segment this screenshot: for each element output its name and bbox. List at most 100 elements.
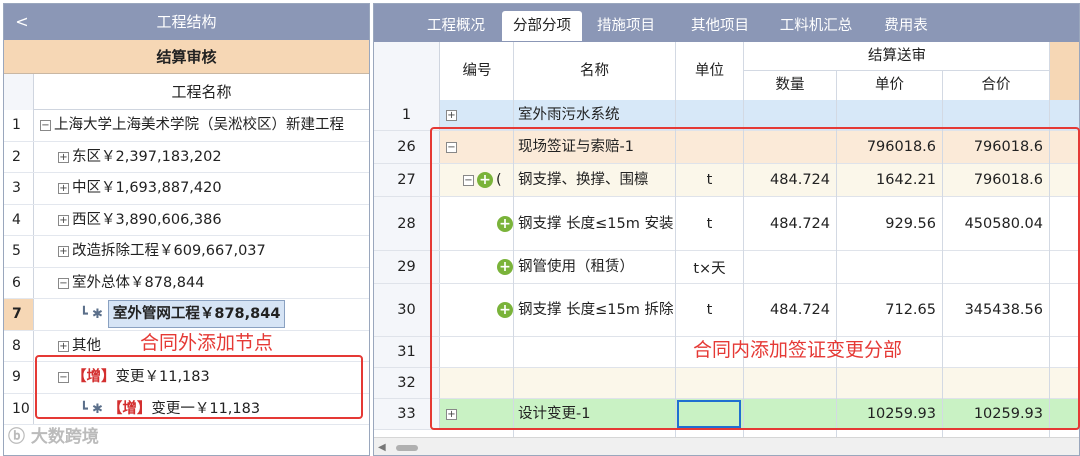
table-row[interactable]: 32 [374,368,1079,399]
expand-icon[interactable]: + [446,109,457,121]
table-row[interactable]: 1 + 室外雨污水系统 [374,100,1079,131]
tab-0[interactable]: 工程概况 [416,11,496,41]
unit-cell [676,368,743,398]
project-name-header: 工程名称 [171,83,232,101]
unit-header: 单位 [676,42,743,100]
tree-node[interactable]: ┗ ✱ 室外管网工程￥878,844 [36,299,369,330]
tree-node[interactable]: − 上海大学上海美术学院（吴淞校区）新建工程 [36,110,369,141]
code-header: 编号 [441,42,513,100]
total-price-cell [943,368,1049,398]
row-number: 28 [374,197,440,250]
horizontal-scrollbar[interactable]: ◀ [374,437,1079,455]
column-divider [836,71,837,437]
node-label: 中区￥1,693,887,420 [72,180,222,196]
name-cell: 钢支撑、换撑、围檩 [518,172,649,188]
selected-cell[interactable] [677,400,741,428]
tree-row[interactable]: 5 + 改造拆除工程￥609,667,037 [4,236,369,268]
collapse-icon[interactable]: − [58,277,69,289]
leaf-node-icon: ┗ ✱ [80,307,103,322]
total-price-cell: 796018.6 [973,172,1043,188]
expand-icon[interactable]: + [58,246,69,257]
tab-3[interactable]: 其他项目 [677,11,763,41]
collapse-icon[interactable]: − [40,120,51,131]
tab-1[interactable]: 分部分项 [502,11,582,41]
collapse-icon[interactable]: − [463,174,474,186]
collapse-icon[interactable]: − [446,141,457,153]
row-number: 32 [374,368,440,398]
row-number: 3 [4,173,34,204]
tab-5[interactable]: 费用表 [871,11,941,41]
table-row[interactable]: 27− +(钢支撑、换撑、围檩 t 484.724 1642.21 796018.6 [374,164,1079,197]
scroll-thumb[interactable] [396,445,418,451]
tree-node[interactable]: + 改造拆除工程￥609,667,037 [36,236,369,267]
table-row[interactable]: 30 + 钢支撑 长度≤15m 拆除 t 484.724 712.65 345438.56 [374,284,1079,337]
selected-node[interactable]: 室外管网工程￥878,844 [107,300,286,328]
tab-4[interactable]: 工料机汇总 [768,11,864,41]
quantity-cell [744,368,836,398]
tree-node[interactable]: + 东区￥2,397,183,202 [36,142,369,173]
right-annotation: 合同内添加签证变更分部 [693,339,903,361]
unit-cell [676,131,743,163]
tree-row[interactable]: 7 ┗ ✱ 室外管网工程￥878,844 [4,299,369,331]
node-label: 其他 [72,337,101,354]
name-header: 名称 [514,42,675,100]
tree-row[interactable]: 4 + 西区￥3,890,606,386 [4,204,369,236]
table-row[interactable]: 28 + 钢支撑 长度≤15m 安装 t 484.724 929.56 450580.04 [374,197,1079,251]
code-cell: − [441,131,513,163]
quantity-cell [744,131,836,163]
unit-cell: t×天 [693,260,726,277]
node-label: 上海大学上海美术学院（吴淞校区）新建工程 [54,117,344,133]
row-number: 7 [4,299,34,330]
tree-node[interactable]: − 室外总体￥878,844 [36,268,369,299]
tab-2[interactable]: 措施项目 [583,11,669,41]
add-item-icon[interactable]: + [497,215,513,232]
tree-row[interactable]: 9− 【增】变更￥11,183 [4,362,369,394]
scroll-left-icon[interactable]: ◀ [378,438,386,455]
tree-row[interactable]: 10 ┗ ✱ 【增】变更一￥11,183 [4,393,369,425]
table-row[interactable]: 29 + 钢管使用（租赁） t×天 [374,251,1079,284]
total-price-cell [943,100,1049,130]
panel-title-bar: 工程结构 < [4,4,369,40]
tree-row[interactable]: 3 + 中区￥1,693,887,420 [4,173,369,205]
tree-node[interactable]: + 西区￥3,890,606,386 [36,205,369,236]
row-number: 5 [4,236,34,267]
add-item-icon[interactable]: + [477,172,493,188]
collapse-icon[interactable]: − [58,372,69,383]
row-number: 6 [4,267,34,298]
unit-price-cell: 10259.93 [866,406,936,422]
name-cell [514,368,675,398]
unit-cell: t [706,215,713,232]
unit-price-header: 单价 [837,71,942,100]
add-item-icon[interactable]: + [497,302,513,318]
collapse-panel-button[interactable]: < [10,4,34,40]
expand-icon[interactable]: + [58,214,69,226]
audit-subheader: 结算审核 [4,40,369,74]
name-cell: 现场签证与索赔-1 [518,139,634,155]
unit-cell: t [706,302,713,318]
expand-icon[interactable]: + [58,183,69,194]
tree-node[interactable]: ┗ ✱ 【增】变更一￥11,183 [36,394,369,425]
name-cell: 钢支撑 长度≤15m 拆除 [518,302,674,318]
tree-node[interactable]: − 【增】变更￥11,183 [36,362,369,393]
row-number-header [374,42,440,100]
tree-node[interactable]: + 中区￥1,693,887,420 [36,173,369,204]
expand-icon[interactable]: + [58,340,69,352]
tree-row[interactable]: 6− 室外总体￥878,844 [4,267,369,299]
node-label: 室外管网工程￥878,844 [112,306,281,322]
table-row[interactable]: 26− 现场签证与索赔-1 796018.6 796018.6 [374,131,1079,164]
row-number: 31 [374,337,440,367]
code-cell: + [441,100,513,130]
add-item-icon[interactable]: + [497,259,513,275]
row-number: 9 [4,362,34,393]
row-number: 1 [4,110,34,141]
expand-icon[interactable]: + [446,408,457,420]
unit-price-cell [837,100,942,130]
column-divider [1049,42,1050,437]
unit-price-cell [837,251,942,283]
expand-icon[interactable]: + [58,151,69,163]
tree-row[interactable]: 2 + 东区￥2,397,183,202 [4,141,369,173]
row-number: 1 [374,100,440,130]
tree-row[interactable]: 1− 上海大学上海美术学院（吴淞校区）新建工程 [4,110,369,142]
unit-price-cell [837,368,942,398]
unit-cell: t [706,172,713,188]
